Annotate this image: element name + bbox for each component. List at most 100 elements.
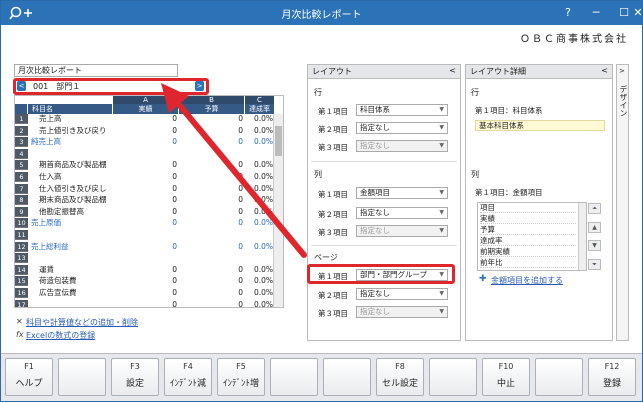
help-icon[interactable]: ? xyxy=(554,3,582,23)
fkey-code xyxy=(59,362,105,374)
table-row[interactable]: 3 純売上高 0 0 0.0% xyxy=(15,137,283,148)
list-item[interactable]: 前期実績 xyxy=(480,247,576,257)
table-row[interactable]: 7 仕入値引き及び戻し 0 0 0.0% xyxy=(15,183,283,194)
budget-value: 0 xyxy=(238,218,243,228)
move-down-icon[interactable]: ▼ xyxy=(588,240,601,251)
fkey-code: F1 xyxy=(24,362,34,371)
add-item-link[interactable]: 科目や計算値などの追加・削除 xyxy=(26,317,138,328)
fkey-button-2[interactable] xyxy=(58,358,106,396)
row-item1-select[interactable]: 科目体系 ▼ xyxy=(356,104,448,116)
fkey-code: F3 xyxy=(130,362,140,371)
header-actual: 実績 xyxy=(113,104,179,114)
col-letter-c[interactable]: C xyxy=(245,96,275,104)
col-item1-select[interactable]: 金額項目 ▼ xyxy=(356,187,448,199)
row-number: 12 xyxy=(15,241,28,252)
row-item2-select[interactable]: 指定なし ▼ xyxy=(356,122,448,134)
table-row[interactable]: 9 他勘定振替高 0 0 0.0% xyxy=(15,206,283,217)
row-number: 5 xyxy=(15,160,28,171)
row-item3-select[interactable]: 指定なし ▼ xyxy=(356,140,448,152)
fkey-button-3[interactable]: F3 設定 xyxy=(111,358,159,396)
actual-value: 0 xyxy=(172,276,177,286)
table-row[interactable]: 10 売上原価 0 0 0.0% xyxy=(15,218,283,229)
col-item2-select[interactable]: 指定なし ▼ xyxy=(356,207,448,219)
move-up-icon[interactable]: ▲ xyxy=(588,222,601,233)
add-amount-item-link[interactable]: 金額項目を追加する xyxy=(491,275,563,286)
list-item[interactable]: 達成率 xyxy=(480,236,576,246)
detail-row-item-value[interactable]: 基本科目体系 xyxy=(475,120,605,131)
page-item3-select[interactable]: 指定なし ▼ xyxy=(356,306,448,318)
fkey-label: ｲﾝﾃﾞﾝﾄ減 xyxy=(169,379,206,389)
page-item3-label: 第３項目 xyxy=(318,309,348,318)
list-item[interactable]: 予算 xyxy=(480,225,576,235)
design-tab-label: デザイン xyxy=(619,85,628,117)
scroll-thumb[interactable] xyxy=(275,126,282,156)
rate-value: 0.0% xyxy=(253,160,273,170)
col-item3-select[interactable]: 指定なし ▼ xyxy=(356,225,448,237)
grid-scrollbar[interactable] xyxy=(273,114,283,307)
design-tab[interactable]: > デザイン xyxy=(616,64,629,341)
actual-value: 0 xyxy=(172,264,177,274)
row-number: 9 xyxy=(15,206,28,217)
table-row[interactable]: 15 荷造包装費 0 0 0.0% xyxy=(15,276,283,287)
table-row[interactable]: 1 売上高 0 0 0.0% xyxy=(15,114,283,124)
budget-value: 0 xyxy=(238,206,243,216)
fkey-button-8[interactable]: F8 セル設定 xyxy=(376,358,424,396)
fkey-label: 登録 xyxy=(602,379,621,389)
title-bar: 月次比較レポート ? ─ ☐ ✕ xyxy=(1,1,643,25)
fkey-label: ｲﾝﾃﾞﾝﾄ増 xyxy=(222,379,259,389)
report-grid[interactable]: A B C 科目名 実績 予算 達成率 1 売上高 0 0 0.0% 2 売上値引き及び戻り… xyxy=(14,95,284,308)
fkey-button-10[interactable]: F10 中止 xyxy=(482,358,530,396)
table-row[interactable]: 14 運賃 0 0 0.0% xyxy=(15,264,283,275)
excel-formula-link[interactable]: Excelの数式の登録 xyxy=(26,330,95,341)
fkey-button-1[interactable]: F1 ヘルプ xyxy=(5,358,53,396)
col-letter-a[interactable]: A xyxy=(113,96,179,104)
table-row[interactable]: 5 期首商品及び製品棚 0 0 0.0% xyxy=(15,160,283,171)
col-item1-label: 第１項目 xyxy=(318,190,348,199)
actual-value: 0 xyxy=(172,288,177,297)
design-expand-icon[interactable]: > xyxy=(619,67,625,75)
row-number: 2 xyxy=(15,125,28,136)
list-item[interactable]: 前年比 xyxy=(480,258,576,268)
fkey-button-6[interactable] xyxy=(270,358,318,396)
close-icon[interactable]: ✕ xyxy=(633,3,643,23)
function-key-bar: F1 ヘルプ F3 設定 F4 ｲﾝﾃﾞﾝﾄ減 F5 ｲﾝﾃﾞﾝﾄ増 F8 セル設定 F10 中止 F1… xyxy=(1,353,642,401)
list-item[interactable]: 項目 xyxy=(480,203,576,213)
fkey-button-7[interactable] xyxy=(323,358,371,396)
row-number: 14 xyxy=(15,264,28,275)
budget-value: 0 xyxy=(238,241,243,251)
row-number: 8 xyxy=(15,195,28,206)
list-scrollbar[interactable] xyxy=(578,203,586,270)
col-letter-b[interactable]: B xyxy=(179,96,245,104)
table-row[interactable]: 11 xyxy=(15,230,283,240)
table-row[interactable]: 4 xyxy=(15,148,283,159)
fkey-button-4[interactable]: F4 ｲﾝﾃﾞﾝﾄ減 xyxy=(164,358,212,396)
minimize-icon[interactable]: ─ xyxy=(582,3,610,23)
table-row[interactable]: 8 期末商品及び製品棚 0 0 0.0% xyxy=(15,195,283,206)
layout-col-section: 列 xyxy=(314,170,322,179)
move-bottom-icon[interactable]: ⏷ xyxy=(588,259,601,270)
budget-value: 0 xyxy=(238,183,243,193)
table-row[interactable]: 16 広告宣伝費 0 0 0.0% xyxy=(15,288,283,298)
table-row[interactable]: 2 売上値引き及び戻り 0 0 0.0% xyxy=(15,125,283,136)
table-row[interactable]: 12 売上総利益 0 0 0.0% xyxy=(15,241,283,252)
fkey-button-5[interactable]: F5 ｲﾝﾃﾞﾝﾄ増 xyxy=(217,358,265,396)
fkey-button-12[interactable]: F12 登録 xyxy=(588,358,636,396)
budget-value: 0 xyxy=(238,264,243,274)
fkey-button-9[interactable] xyxy=(429,358,477,396)
fx-icon: fx xyxy=(16,330,24,339)
report-name-field[interactable]: 月次比較レポート xyxy=(14,64,178,77)
detail-collapse-icon[interactable]: < xyxy=(601,66,608,75)
table-row[interactable]: 13 xyxy=(15,253,283,264)
table-row[interactable]: 6 仕入高 0 0 0.0% xyxy=(15,172,283,182)
table-row[interactable]: 17 0 0 0.0% xyxy=(15,299,283,307)
actual-value: 0 xyxy=(172,241,177,251)
collapse-icon[interactable]: < xyxy=(449,66,456,75)
account-name: 売上原価 xyxy=(31,218,61,228)
page-item2-select[interactable]: 指定なし ▼ xyxy=(356,288,448,300)
fkey-button-11[interactable] xyxy=(535,358,583,396)
move-top-icon[interactable]: ⏶ xyxy=(588,203,601,214)
list-item[interactable]: 実績 xyxy=(480,214,576,224)
col-item3-label: 第３項目 xyxy=(318,228,348,237)
add-icon[interactable]: ✚ xyxy=(479,274,487,284)
amount-item-list[interactable]: 項目 実績 予算 達成率 前期実績 前年比 xyxy=(477,202,587,271)
